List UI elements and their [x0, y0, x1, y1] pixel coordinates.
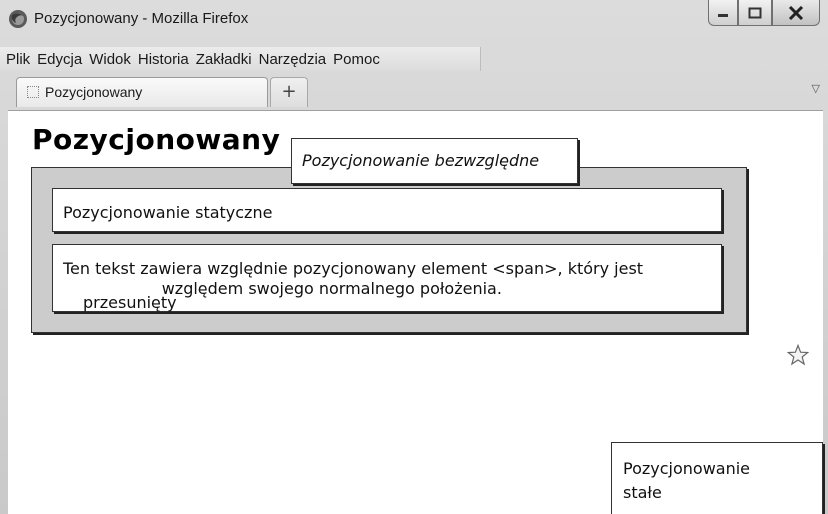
minimize-icon — [718, 13, 728, 17]
fixed-text: Pozycjonowanie stałe — [623, 459, 751, 502]
star-icon[interactable] — [787, 344, 809, 366]
window-title: Pozycjonowany - Mozilla Firefox — [34, 10, 249, 27]
window-controls — [708, 0, 820, 26]
menu-pomoc[interactable]: Pomoc — [333, 51, 380, 68]
page-icon — [27, 86, 39, 98]
menu-bar: Plik Edycja Widok Historia Zakładki Narz… — [0, 47, 481, 71]
menu-edycja[interactable]: Edycja — [37, 51, 82, 68]
browser-window: Pozycjonowany - Mozilla Firefox Plik Edy… — [0, 0, 828, 514]
maximize-button[interactable] — [738, 0, 772, 26]
static-box: Pozycjonowanie statyczne — [52, 188, 722, 232]
new-tab-button[interactable]: + — [270, 77, 308, 107]
page-content: Pozycjonowany Pozycjonowanie statyczne T… — [8, 110, 823, 514]
menu-plik[interactable]: Plik — [6, 51, 30, 68]
fixed-box: Pozycjonowanie stałe — [611, 442, 823, 514]
static-text: Pozycjonowanie statyczne — [63, 203, 273, 222]
tab-pozycjonowany[interactable]: Pozycjonowany — [16, 77, 268, 107]
minimize-button[interactable] — [708, 0, 738, 26]
absolute-box: Pozycjonowanie bezwzględne — [291, 138, 578, 184]
menu-zakladki[interactable]: Zakładki — [196, 51, 252, 68]
menu-narzedzia[interactable]: Narzędzia — [259, 51, 327, 68]
tab-strip: Pozycjonowany + ▽ — [0, 72, 828, 110]
close-button[interactable] — [772, 0, 820, 26]
positioning-container: Pozycjonowanie statyczne Ten tekst zawie… — [31, 167, 747, 333]
relative-box: Ten tekst zawiera względnie pozycjonowan… — [52, 244, 722, 312]
relative-text-after: względem swojego normalnego położenia. — [156, 279, 502, 298]
menu-widok[interactable]: Widok — [89, 51, 131, 68]
relative-text-before: Ten tekst zawiera względnie pozycjonowan… — [63, 259, 644, 278]
tab-label: Pozycjonowany — [45, 84, 143, 100]
close-icon — [788, 5, 804, 20]
chevron-down-icon[interactable]: ▽ — [812, 82, 820, 95]
maximize-icon — [748, 7, 762, 18]
absolute-text: Pozycjonowanie bezwzględne — [302, 151, 540, 170]
menu-historia[interactable]: Historia — [138, 51, 189, 68]
relative-span: przesunięty — [83, 293, 177, 312]
firefox-icon[interactable] — [8, 9, 28, 29]
title-bar: Pozycjonowany - Mozilla Firefox — [0, 0, 828, 46]
page-heading: Pozycjonowany — [32, 123, 281, 156]
